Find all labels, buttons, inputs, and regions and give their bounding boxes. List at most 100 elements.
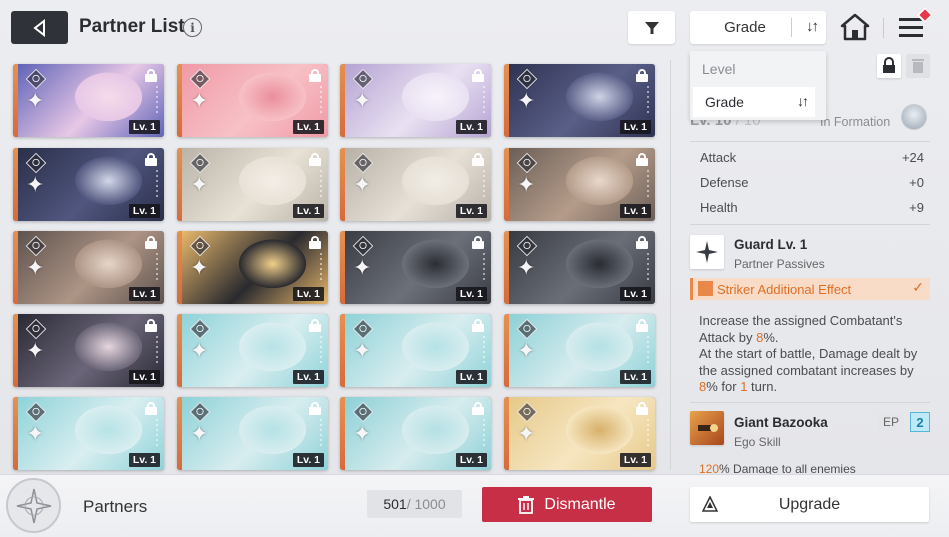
lock-icon[interactable] (309, 69, 321, 82)
shuriken-icon: ✦ (353, 256, 372, 281)
partner-card[interactable]: ✦ Lv. 1 (13, 397, 164, 470)
lock-icon[interactable] (472, 153, 484, 166)
partner-card[interactable]: ✦ Lv. 1 (13, 148, 164, 221)
partner-card[interactable]: ✦ Lv. 1 (177, 314, 328, 387)
sort-order-icon[interactable]: ↓↑ (797, 93, 809, 109)
lock-icon (883, 57, 895, 73)
partner-card[interactable]: ✦ Lv. 1 (340, 148, 491, 221)
lock-icon[interactable] (309, 319, 321, 332)
shuriken-icon: ✦ (517, 339, 536, 364)
lock-icon[interactable] (309, 236, 321, 249)
passive-skill-icon[interactable] (690, 235, 724, 269)
home-button[interactable] (840, 12, 870, 42)
trash-icon (912, 59, 924, 73)
lock-icon[interactable] (145, 236, 157, 249)
lock-icon[interactable] (472, 236, 484, 249)
rank-ticks (320, 86, 322, 116)
sort-dropdown[interactable]: Grade ↓↑ (690, 11, 826, 44)
striker-effect-label: Striker Additional Effect (717, 281, 852, 297)
lock-icon[interactable] (472, 402, 484, 415)
card-level: Lv. 1 (619, 370, 651, 384)
menu-icon-line (899, 26, 923, 29)
filter-button[interactable] (628, 11, 675, 44)
card-level: Lv. 1 (292, 370, 324, 384)
shuriken-icon: ✦ (517, 89, 536, 114)
shuriken-icon: ✦ (190, 422, 209, 447)
partner-card[interactable]: ✦ Lv. 1 (340, 397, 491, 470)
lock-icon[interactable] (145, 153, 157, 166)
partner-card[interactable]: ✦ Lv. 1 (177, 231, 328, 304)
rank-ticks (483, 86, 485, 116)
partner-card[interactable]: ✦ Lv. 1 (504, 64, 655, 137)
sort-option-grade[interactable]: Grade ↓↑ (693, 87, 815, 117)
rank-ticks (156, 170, 158, 200)
partner-card[interactable]: ✦ Lv. 1 (504, 397, 655, 470)
lock-icon[interactable] (636, 236, 648, 249)
partner-card[interactable]: ✦ Lv. 1 (13, 64, 164, 137)
lock-icon[interactable] (145, 319, 157, 332)
delete-button[interactable] (906, 54, 930, 78)
upgrade-button[interactable]: Upgrade (690, 487, 929, 522)
shuriken-icon: ✦ (26, 256, 45, 281)
striker-effect-tag[interactable]: Striker Additional Effect ✓ (690, 278, 930, 300)
partner-card[interactable]: ✦ Lv. 1 (504, 231, 655, 304)
card-level: Lv. 1 (619, 453, 651, 467)
formation-avatar[interactable] (901, 104, 927, 130)
card-level: Lv. 1 (619, 120, 651, 134)
rank-ticks (156, 336, 158, 366)
dismantle-label: Dismantle (544, 495, 616, 513)
partner-card[interactable]: ✦ Lv. 1 (177, 397, 328, 470)
panel-divider (670, 60, 671, 470)
partner-card[interactable]: ✦ Lv. 1 (504, 148, 655, 221)
sort-order-icon[interactable]: ↓↑ (806, 18, 819, 35)
desc-text: %. (763, 329, 779, 345)
rank-ticks (483, 419, 485, 449)
sort-option-level[interactable]: Level (690, 54, 826, 84)
shuriken-icon: ✦ (26, 173, 45, 198)
card-level: Lv. 1 (292, 287, 324, 301)
rank-ticks (647, 419, 649, 449)
card-level: Lv. 1 (455, 287, 487, 301)
rank-ticks (647, 170, 649, 200)
shuriken-icon: ✦ (517, 173, 536, 198)
lock-icon[interactable] (145, 69, 157, 82)
shuriken-icon: ✦ (26, 422, 45, 447)
ego-skill-icon[interactable] (690, 411, 724, 445)
lock-icon[interactable] (636, 319, 648, 332)
partner-card[interactable]: ✦ Lv. 1 (340, 64, 491, 137)
lock-icon[interactable] (636, 69, 648, 82)
partner-card[interactable]: ✦ Lv. 1 (177, 64, 328, 137)
sort-options-menu: Level Grade ↓↑ (690, 51, 826, 120)
rank-ticks (156, 253, 158, 283)
partner-card[interactable]: ✦ Lv. 1 (340, 231, 491, 304)
partner-card[interactable]: ✦ Lv. 1 (13, 314, 164, 387)
rank-ticks (156, 86, 158, 116)
passive-skill-name: Guard Lv. 1 (734, 237, 808, 252)
card-level: Lv. 1 (292, 453, 324, 467)
lock-icon[interactable] (472, 319, 484, 332)
stat-value: +9 (909, 200, 924, 215)
partner-card[interactable]: ✦ Lv. 1 (340, 314, 491, 387)
rank-ticks (320, 336, 322, 366)
lock-icon[interactable] (145, 402, 157, 415)
lock-icon[interactable] (636, 153, 648, 166)
count-current: 501 (383, 496, 407, 512)
lock-icon[interactable] (309, 402, 321, 415)
partner-card[interactable]: ✦ Lv. 1 (504, 314, 655, 387)
info-icon[interactable]: i (183, 18, 202, 37)
stat-defense: Defense +0 (700, 175, 924, 190)
stats-divider (690, 224, 930, 225)
dismantle-button[interactable]: Dismantle (482, 487, 652, 522)
partner-grid[interactable]: ✦ Lv. 1 ✦ Lv. 1 ✦ Lv. 1 ✦ Lv. 1 ✦ Lv. 1 ✦ Lv. 1 ✦ Lv.… (10, 60, 660, 474)
shuriken-icon: ✦ (353, 173, 372, 198)
lock-icon[interactable] (636, 402, 648, 415)
lock-icon[interactable] (309, 153, 321, 166)
lock-button[interactable] (877, 54, 901, 78)
rank-ticks (647, 336, 649, 366)
rank-ticks (483, 170, 485, 200)
lock-icon[interactable] (472, 69, 484, 82)
back-button[interactable] (11, 11, 68, 44)
shuriken-icon: ✦ (190, 339, 209, 364)
partner-card[interactable]: ✦ Lv. 1 (177, 148, 328, 221)
partner-card[interactable]: ✦ Lv. 1 (13, 231, 164, 304)
